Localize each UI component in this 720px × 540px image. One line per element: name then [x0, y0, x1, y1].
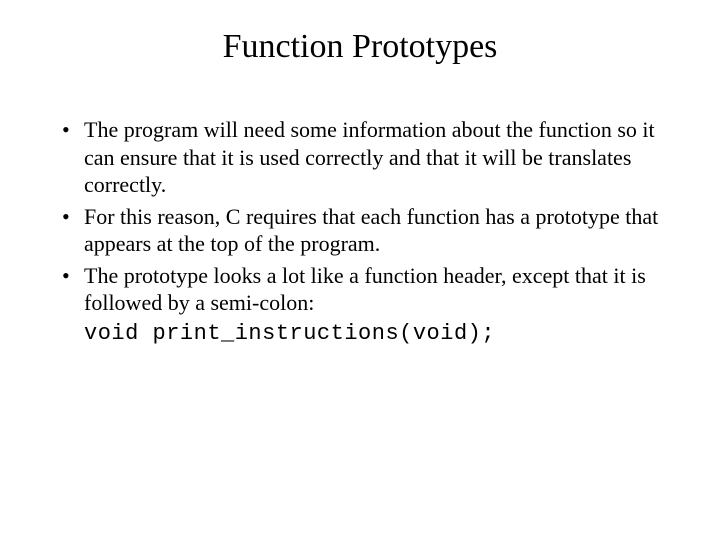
bullet-list: The program will need some information a…: [40, 116, 680, 317]
bullet-item: The prototype looks a lot like a functio…: [62, 262, 680, 317]
code-example: void print_instructions(void);: [84, 321, 680, 346]
slide-title: Function Prototypes: [40, 28, 680, 66]
bullet-item: For this reason, C requires that each fu…: [62, 203, 680, 258]
bullet-item: The program will need some information a…: [62, 116, 680, 199]
